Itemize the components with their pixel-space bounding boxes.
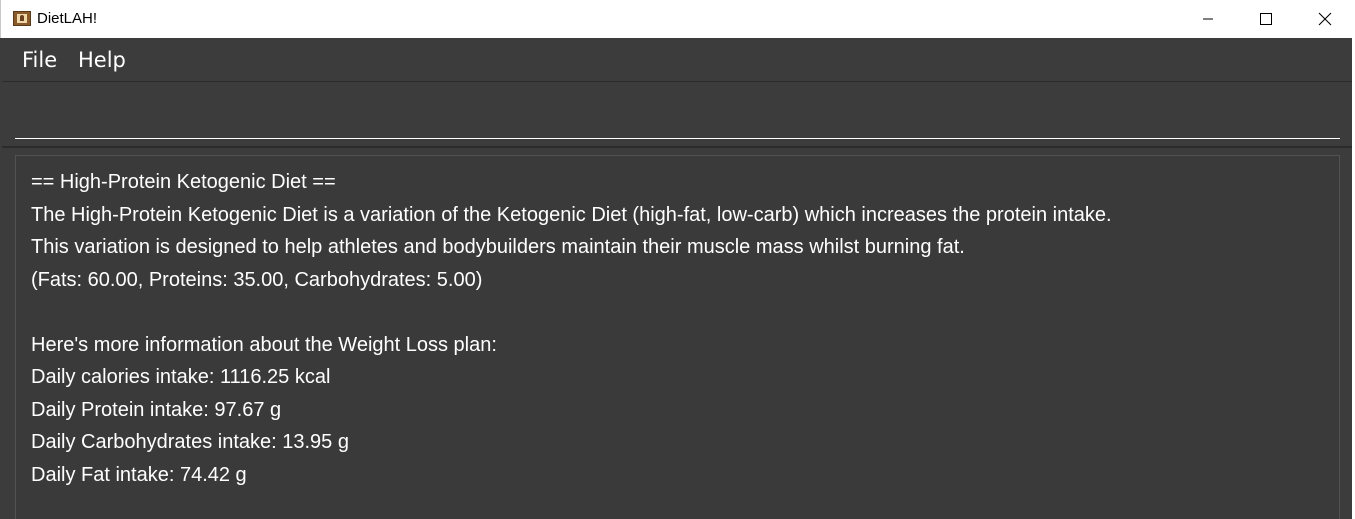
app-window: DietLAH! File Help == High-Protein Ketog… xyxy=(0,0,1355,519)
command-input[interactable] xyxy=(15,82,1340,139)
result-line: Daily Fat intake: 74.42 g xyxy=(31,463,247,486)
result-line: Daily Carbohydrates intake: 13.95 g xyxy=(31,431,349,453)
close-icon xyxy=(1318,12,1332,26)
menu-help[interactable]: Help xyxy=(78,48,126,72)
minimize-icon xyxy=(1202,13,1214,25)
minimize-button[interactable] xyxy=(1179,0,1237,38)
result-panel: == High-Protein Ketogenic Diet == The Hi… xyxy=(0,148,1355,519)
result-line: Daily calories intake: 1116.25 kcal xyxy=(31,366,331,388)
maximize-icon xyxy=(1260,13,1272,25)
result-line xyxy=(31,296,1339,329)
result-line: The High-Protein Ketogenic Diet is a var… xyxy=(31,203,1112,226)
app-icon xyxy=(13,11,31,26)
window-edge xyxy=(0,38,2,519)
result-line: Here's more information about the Weight… xyxy=(31,333,497,356)
result-display[interactable]: == High-Protein Ketogenic Diet == The Hi… xyxy=(15,155,1340,519)
menu-file[interactable]: File xyxy=(22,48,57,72)
result-line: Daily Protein intake: 97.67 g xyxy=(31,398,282,421)
window-title: DietLAH! xyxy=(37,10,98,27)
command-area xyxy=(0,82,1355,148)
result-line: (Fats: 60.00, Proteins: 35.00, Carbohydr… xyxy=(31,268,483,291)
close-button[interactable] xyxy=(1296,0,1354,38)
result-line: == High-Protein Ketogenic Diet == xyxy=(31,171,336,193)
menu-bar: File Help xyxy=(0,38,1355,82)
maximize-button[interactable] xyxy=(1237,0,1295,38)
title-bar[interactable]: DietLAH! xyxy=(0,0,1355,38)
result-line: This variation is designed to help athle… xyxy=(31,236,965,258)
